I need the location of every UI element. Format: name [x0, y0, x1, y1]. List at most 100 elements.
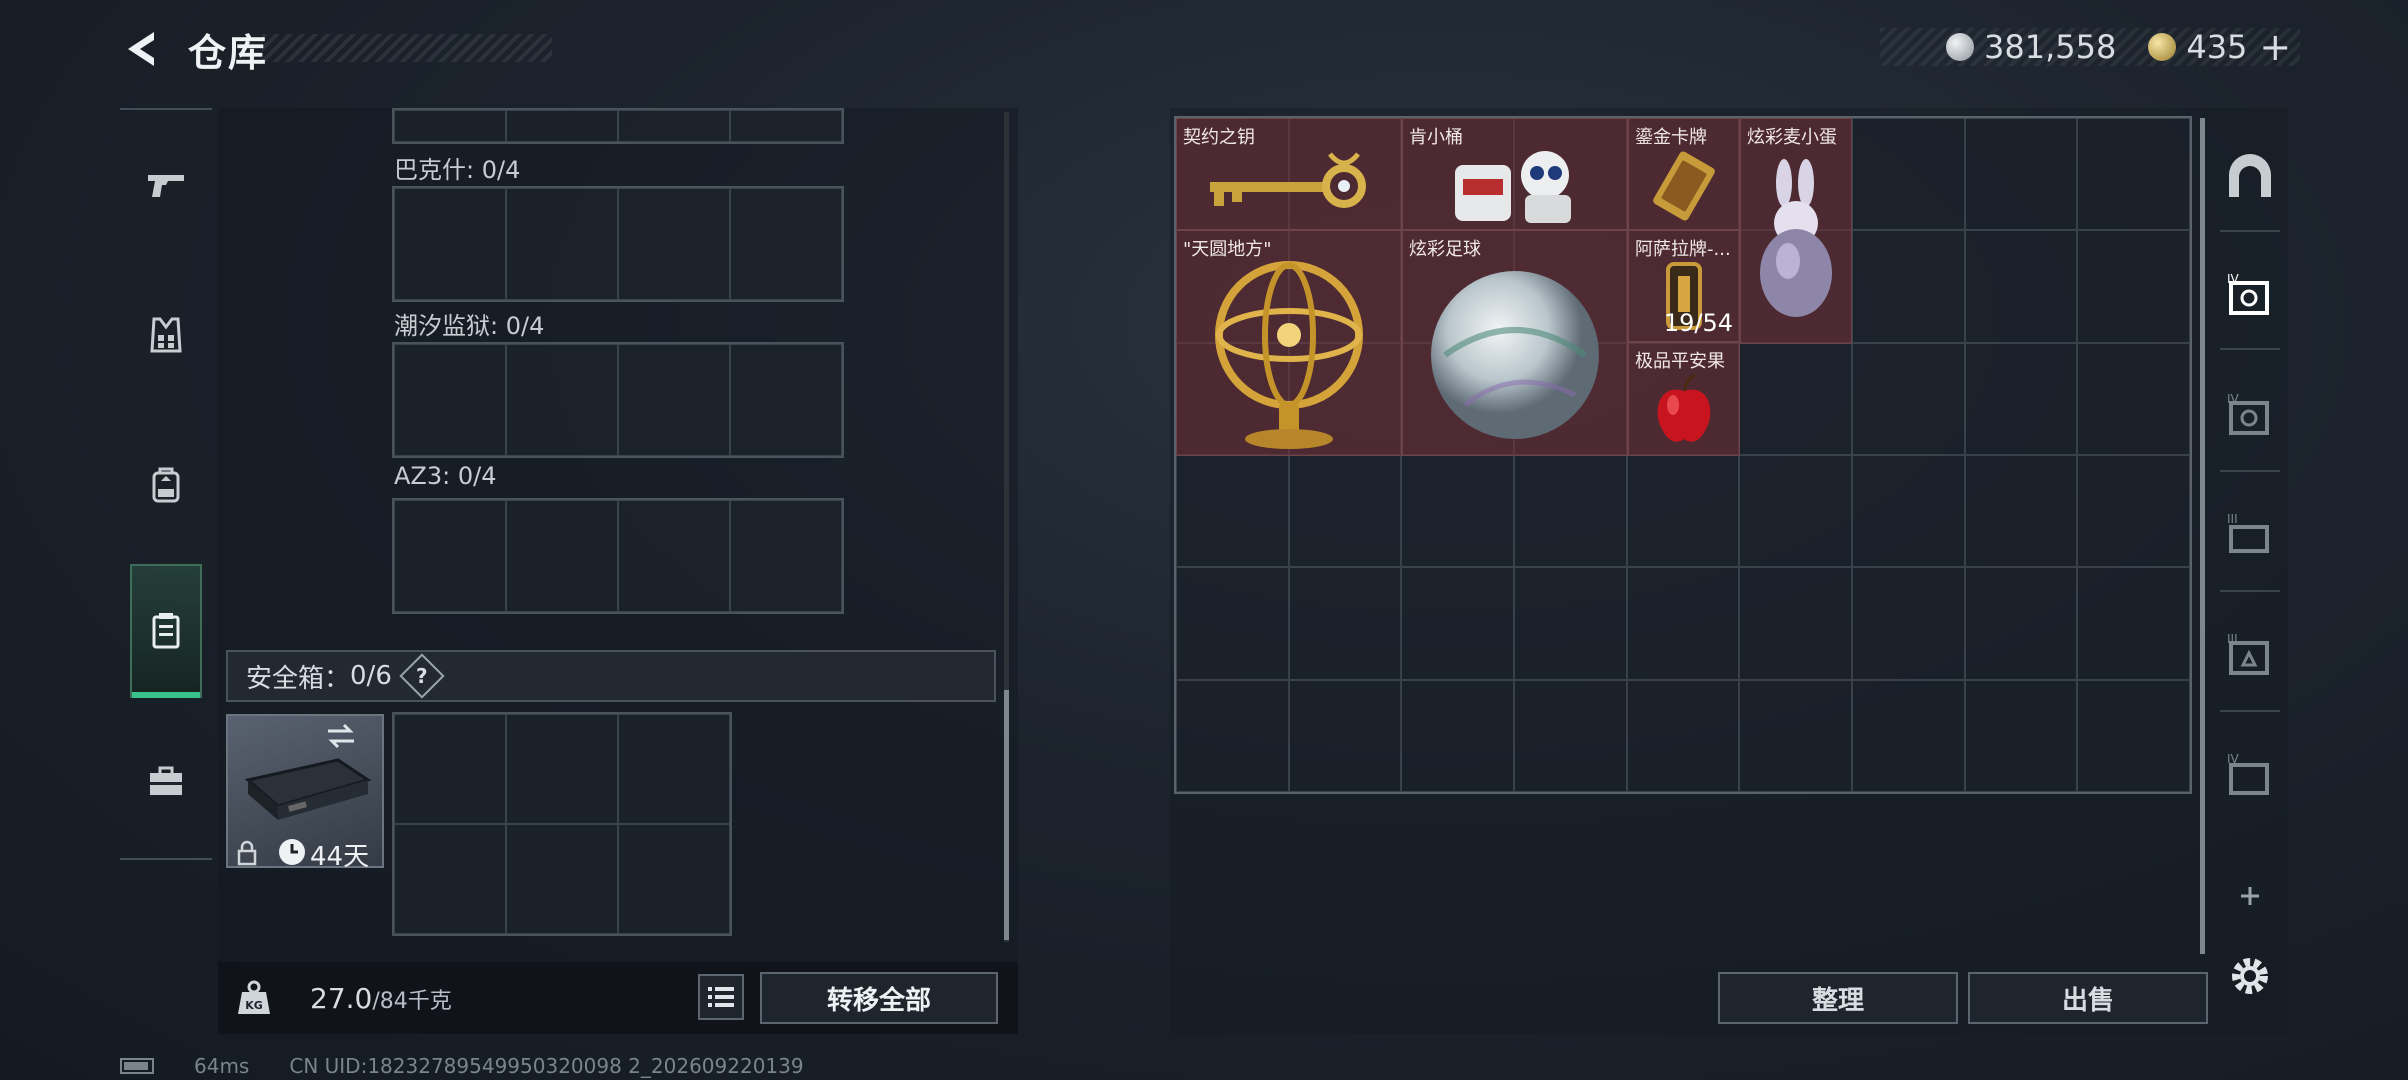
settings-button[interactable] [2220, 946, 2280, 1006]
stash-item[interactable]: 极品平安果 [1628, 342, 1740, 456]
stash-item[interactable]: 鎏金卡牌 [1628, 118, 1740, 230]
slot[interactable] [618, 188, 730, 300]
stash-cell[interactable] [1851, 679, 1965, 792]
stash-item[interactable]: 肯小桶 [1402, 118, 1628, 230]
stash-page-4c-tab[interactable]: IV [2220, 748, 2280, 808]
tidy-button[interactable]: 整理 [1718, 972, 1958, 1024]
stash-cell[interactable] [1964, 118, 2078, 231]
stash-cell[interactable] [1513, 567, 1627, 680]
stash-cell[interactable] [1176, 679, 1289, 792]
stash-item[interactable]: 炫彩足球 [1402, 230, 1628, 456]
slot[interactable] [506, 714, 618, 824]
stash-page-icon: IV [2227, 272, 2269, 315]
svg-text:KG: KG [245, 999, 263, 1012]
stash-cell[interactable] [1401, 679, 1514, 792]
stash-cell[interactable] [1851, 118, 1965, 231]
stash-cell[interactable] [1964, 455, 2078, 568]
stash-home-tab[interactable] [2220, 148, 2280, 208]
stash-cell[interactable] [1176, 455, 1289, 568]
nav-briefcase[interactable] [130, 714, 202, 848]
stash-item[interactable]: 契约之钥 [1176, 118, 1402, 230]
slot[interactable] [394, 500, 506, 612]
stash-cell[interactable] [1513, 679, 1627, 792]
stash-cell[interactable] [1739, 455, 1852, 568]
add-currency-button[interactable]: + [2259, 25, 2291, 69]
stash-cell[interactable] [1739, 567, 1852, 680]
list-view-button[interactable] [698, 974, 744, 1020]
stash-cell[interactable] [1626, 567, 1740, 680]
stash-cell[interactable] [2077, 567, 2190, 680]
slot[interactable] [618, 344, 730, 456]
stash-cell[interactable] [1288, 455, 1402, 568]
slot[interactable] [394, 824, 506, 934]
scrollbar-thumb[interactable] [1004, 690, 1009, 940]
stash-cell[interactable] [2077, 679, 2190, 792]
plus-icon [2241, 887, 2259, 905]
stash-page-3a-tab[interactable]: III [2220, 508, 2280, 568]
add-stash-page-button[interactable] [2220, 866, 2280, 926]
slot[interactable] [506, 110, 618, 142]
stash-cell[interactable] [2077, 455, 2190, 568]
slot[interactable] [394, 344, 506, 456]
help-button[interactable]: ? [399, 653, 445, 699]
stash-scrollbar[interactable] [2200, 118, 2205, 954]
vest-icon [150, 317, 182, 353]
safebox-item[interactable]: 44天 [226, 714, 384, 872]
slot[interactable] [618, 824, 730, 934]
stash-page-3b-tab[interactable]: III [2220, 628, 2280, 688]
pistol-icon [148, 175, 184, 197]
nav-weapons[interactable] [130, 118, 202, 252]
stash-cell[interactable] [1739, 679, 1852, 792]
transfer-all-button[interactable]: 转移全部 [760, 972, 998, 1024]
slot[interactable] [394, 714, 506, 824]
stash-cell[interactable] [1288, 679, 1402, 792]
stash-cell[interactable] [1851, 455, 1965, 568]
nav-container[interactable] [130, 564, 202, 698]
stash-page-4a-tab[interactable]: IV [2220, 268, 2280, 328]
stash-cell[interactable] [2077, 230, 2190, 343]
stash-cell[interactable] [1401, 567, 1514, 680]
nav-backpack[interactable] [130, 418, 202, 552]
stash-page-4b-tab[interactable]: IV [2220, 388, 2280, 448]
stash-cell[interactable] [2077, 342, 2190, 455]
stash-cell[interactable] [1964, 679, 2078, 792]
stash-cell[interactable] [1401, 455, 1514, 568]
slot[interactable] [618, 714, 730, 824]
sell-button[interactable]: 出售 [1968, 972, 2208, 1024]
weight-current: 27.0 [310, 982, 373, 1015]
slot[interactable] [730, 344, 842, 456]
stash-cell[interactable] [1851, 230, 1965, 343]
slot[interactable] [506, 824, 618, 934]
stash-cell[interactable] [1964, 342, 2078, 455]
stash-cell[interactable] [1176, 567, 1289, 680]
slot[interactable] [394, 188, 506, 300]
key-icon [1177, 143, 1401, 229]
slot[interactable] [506, 500, 618, 612]
stash-cell[interactable] [1964, 567, 2078, 680]
stash-cell[interactable] [2077, 118, 2190, 231]
stash-cell[interactable] [1288, 567, 1402, 680]
stash-item[interactable]: "天圆地方" [1176, 230, 1402, 456]
lock-icon [237, 840, 257, 866]
uid: CN UID:18232789549950320098 2_2026092201… [289, 1054, 804, 1078]
stash-cell[interactable] [1739, 342, 1852, 455]
slot[interactable] [618, 110, 730, 142]
slot[interactable] [506, 344, 618, 456]
stash-cell[interactable] [1626, 455, 1740, 568]
stash-cell[interactable] [1626, 679, 1740, 792]
stash-cell[interactable] [1851, 342, 1965, 455]
page-title: 仓库 [188, 31, 269, 75]
stash-item[interactable]: 阿萨拉牌-... 19/54 [1628, 230, 1740, 342]
slot[interactable] [506, 188, 618, 300]
slot[interactable] [730, 110, 842, 142]
slot[interactable] [394, 110, 506, 142]
stash-item[interactable]: 炫彩麦小蛋 [1740, 118, 1852, 344]
back-button[interactable] [118, 24, 168, 74]
slot[interactable] [618, 500, 730, 612]
nav-armor[interactable] [130, 268, 202, 402]
stash-cell[interactable] [1964, 230, 2078, 343]
stash-cell[interactable] [1513, 455, 1627, 568]
slot[interactable] [730, 500, 842, 612]
slot[interactable] [730, 188, 842, 300]
stash-cell[interactable] [1851, 567, 1965, 680]
